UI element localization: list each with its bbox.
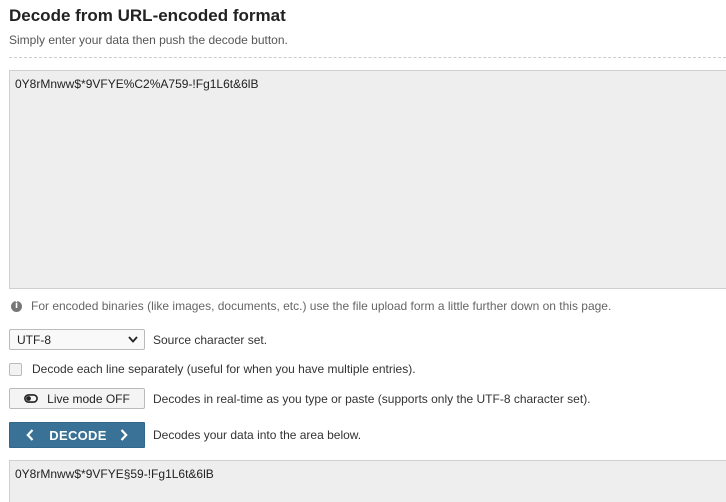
live-mode-button[interactable]: Live mode OFF <box>9 388 145 409</box>
decode-row: DECODE Decodes your data into the area b… <box>9 422 361 448</box>
upload-note-text: For encoded binaries (like images, docum… <box>31 299 612 313</box>
live-mode-row: Live mode OFF Decodes in real-time as yo… <box>9 388 591 409</box>
decode-description: Decodes your data into the area below. <box>153 428 362 442</box>
charset-select[interactable]: UTF-8 <box>9 329 145 350</box>
divider <box>9 57 726 58</box>
chevron-down-icon <box>128 336 138 343</box>
chevron-left-icon <box>26 429 34 441</box>
decode-page: Decode from URL-encoded format Simply en… <box>0 0 726 502</box>
each-line-row: Decode each line separately (useful for … <box>9 362 416 376</box>
charset-selected-value: UTF-8 <box>17 332 51 347</box>
decoded-output[interactable]: 0Y8rMnww$*9VFYE§59-!Fg1L6t&6lB <box>9 460 726 502</box>
info-icon: i <box>11 300 22 312</box>
chevron-right-icon <box>120 429 128 441</box>
decode-each-line-checkbox[interactable] <box>9 362 22 376</box>
page-subtitle: Simply enter your data then push the dec… <box>9 33 288 47</box>
decode-button[interactable]: DECODE <box>9 422 145 448</box>
decode-button-label: DECODE <box>49 427 107 443</box>
decode-each-line-label[interactable]: Decode each line separately (useful for … <box>32 362 416 376</box>
charset-label: Source character set. <box>153 332 268 347</box>
encoded-input[interactable]: 0Y8rMnww$*9VFYE%C2%A759-!Fg1L6t&6lB <box>9 70 726 289</box>
toggle-off-icon <box>24 394 39 403</box>
page-title: Decode from URL-encoded format <box>9 6 286 25</box>
live-mode-label: Live mode OFF <box>47 391 130 406</box>
charset-row: UTF-8 Source character set. <box>9 329 267 350</box>
live-mode-description: Decodes in real-time as you type or past… <box>153 391 591 406</box>
upload-note: i For encoded binaries (like images, doc… <box>11 299 611 313</box>
